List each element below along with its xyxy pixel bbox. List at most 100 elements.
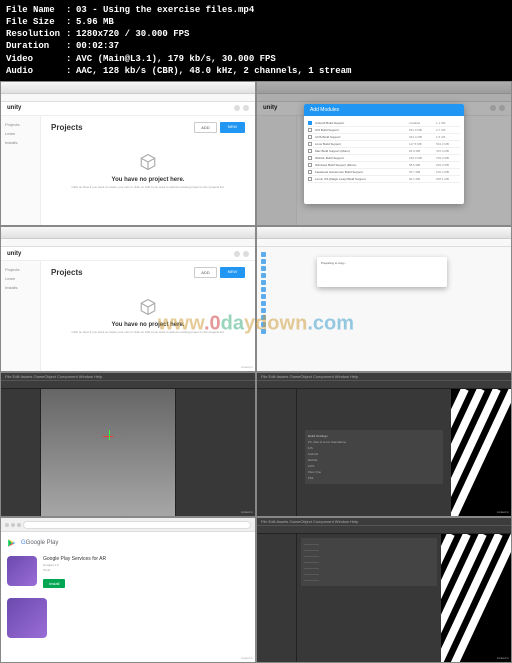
module-size: 334.4 MB [409, 135, 433, 139]
checkbox-icon[interactable] [308, 163, 312, 167]
modal-overlay: Add Modules Android Build SupportInstall… [257, 82, 511, 226]
back-icon[interactable] [5, 523, 9, 527]
sidebar-item-projects[interactable]: Projects [5, 120, 36, 129]
address-bar[interactable] [23, 521, 251, 529]
module-row[interactable]: Lumin OS (Magic Leap) Build Support96.1 … [308, 176, 460, 183]
video-label: Video [6, 53, 66, 65]
thumb-unity-editor-scene: File Edit Assets GameObject Component Wi… [0, 372, 256, 518]
file-item[interactable] [261, 328, 507, 335]
module-row[interactable]: Facebook Gameroom Build Support35.7 MB10… [308, 169, 460, 176]
sidebar-item-installs[interactable]: Installs [5, 283, 36, 292]
thumb-google-play: GGoogle Play Google Play Services for AR… [0, 517, 256, 663]
editor-menubar[interactable]: File Edit Assets GameObject Component Wi… [257, 518, 511, 526]
filesize-label: File Size [6, 16, 66, 28]
checkbox-icon[interactable] [308, 177, 312, 181]
file-item[interactable] [261, 300, 507, 307]
folder-icon [261, 287, 266, 292]
module-row[interactable]: WebGL Build Support230.0 MB799.3 MB [308, 155, 460, 162]
sidebar-item-projects[interactable]: Projects [5, 265, 36, 274]
thumb-unity-hub-projects-1: unity Projects Learn Installs Projects A… [0, 81, 256, 227]
module-size: Installed [409, 121, 433, 125]
add-button[interactable]: ADD [194, 122, 216, 133]
sidebar-item-learn[interactable]: Learn [5, 129, 36, 138]
forward-icon[interactable] [11, 523, 15, 527]
settings-row[interactable]: ————— [304, 577, 434, 583]
file-item[interactable] [261, 293, 507, 300]
folder-icon [261, 273, 266, 278]
scene-viewport[interactable] [41, 389, 175, 518]
file-item[interactable] [261, 314, 507, 321]
module-row[interactable]: tvOS Build Support334.4 MB1.5 GB [308, 134, 460, 141]
build-settings-panel: Build Settings PC, Mac & Linux Standalon… [297, 389, 451, 518]
module-size2: 534.3 MB [436, 142, 460, 146]
file-item[interactable] [261, 321, 507, 328]
hierarchy-panel[interactable] [257, 389, 297, 518]
modules-list: Android Build SupportInstalled1.1 GBiOS … [304, 116, 464, 187]
install-button[interactable]: Install [43, 579, 65, 588]
new-button[interactable]: NEW [220, 122, 245, 133]
module-row[interactable]: Windows Build Support (Mono)58.6 MB245.3… [308, 162, 460, 169]
avatar-icon[interactable] [243, 105, 249, 111]
checkbox-icon[interactable] [308, 128, 312, 132]
checkbox-icon[interactable] [308, 170, 312, 174]
inspector-panel[interactable]: ————— ————— ————— ————— ————— ————— ————… [297, 534, 441, 663]
linkedin-badge: Linked in [497, 510, 509, 514]
module-size2: 1.1 GB [436, 121, 460, 125]
window-menubar [1, 94, 255, 102]
module-size2: 2.7 GB [436, 128, 460, 132]
audio-value: AAC, 128 kb/s (CBR), 48.0 kHz, 2 channel… [76, 65, 351, 77]
module-row[interactable]: Mac Build Support (Mono)84.9 MB470.4 MB [308, 148, 460, 155]
resolution-label: Resolution [6, 28, 66, 40]
google-play-logo[interactable]: GGoogle Play [21, 540, 58, 546]
app-icon-large [7, 598, 47, 638]
module-size: 651.9 MB [409, 128, 433, 132]
app-category[interactable]: Tools [43, 568, 249, 572]
checkbox-icon[interactable] [308, 142, 312, 146]
app-publisher[interactable]: Google LLC [43, 563, 249, 567]
checkbox-icon[interactable] [308, 121, 312, 125]
modal-title: Add Modules [304, 104, 464, 116]
gear-icon[interactable] [234, 251, 240, 257]
reload-icon[interactable] [17, 523, 21, 527]
add-button[interactable]: ADD [194, 267, 216, 278]
module-row[interactable]: Linux Build Support117.5 MB534.3 MB [308, 141, 460, 148]
editor-toolbar[interactable] [257, 381, 511, 389]
hub-sidebar: Projects Learn Installs [1, 261, 41, 371]
editor-menubar[interactable]: File Edit Assets GameObject Component Wi… [1, 373, 255, 381]
window-menubar [1, 239, 255, 247]
media-info-panel: File Name:03 - Using the exercise files.… [0, 0, 512, 81]
editor-toolbar[interactable] [1, 381, 255, 389]
duration-label: Duration [6, 40, 66, 52]
hierarchy-panel[interactable] [257, 534, 297, 663]
platform-item[interactable]: PS4 [308, 475, 441, 481]
folder-icon [261, 329, 266, 334]
new-button[interactable]: NEW [220, 267, 245, 278]
module-row[interactable]: Android Build SupportInstalled1.1 GB [308, 120, 460, 127]
folder-icon [261, 315, 266, 320]
sidebar-item-installs[interactable]: Installs [5, 138, 36, 147]
avatar-icon[interactable] [243, 251, 249, 257]
file-item[interactable] [261, 286, 507, 293]
checkbox-icon[interactable] [308, 135, 312, 139]
thumb-unity-build-settings: File Edit Assets GameObject Component Wi… [256, 372, 512, 518]
thumb-unity-editor-player-settings: File Edit Assets GameObject Component Wi… [256, 517, 512, 663]
window-titlebar [1, 82, 255, 94]
inspector-panel[interactable] [175, 389, 255, 518]
editor-menubar[interactable]: File Edit Assets GameObject Component Wi… [257, 373, 511, 381]
sidebar-item-learn[interactable]: Learn [5, 274, 36, 283]
checkbox-icon[interactable] [308, 156, 312, 160]
gear-icon[interactable] [234, 105, 240, 111]
folder-icon [261, 301, 266, 306]
folder-icon [261, 308, 266, 313]
filename-label: File Name [6, 4, 66, 16]
game-preview [451, 389, 511, 518]
mac-titlebar [257, 227, 511, 239]
hierarchy-panel[interactable] [1, 389, 41, 518]
play-header: GGoogle Play [7, 538, 249, 548]
thumb-unity-hub-projects-2: unity Projects Learn Installs Projects A… [0, 226, 256, 372]
editor-toolbar[interactable] [257, 526, 511, 534]
transform-gizmo[interactable] [103, 430, 115, 442]
checkbox-icon[interactable] [308, 149, 312, 153]
file-item[interactable] [261, 307, 507, 314]
module-row[interactable]: iOS Build Support651.9 MB2.7 GB [308, 127, 460, 134]
